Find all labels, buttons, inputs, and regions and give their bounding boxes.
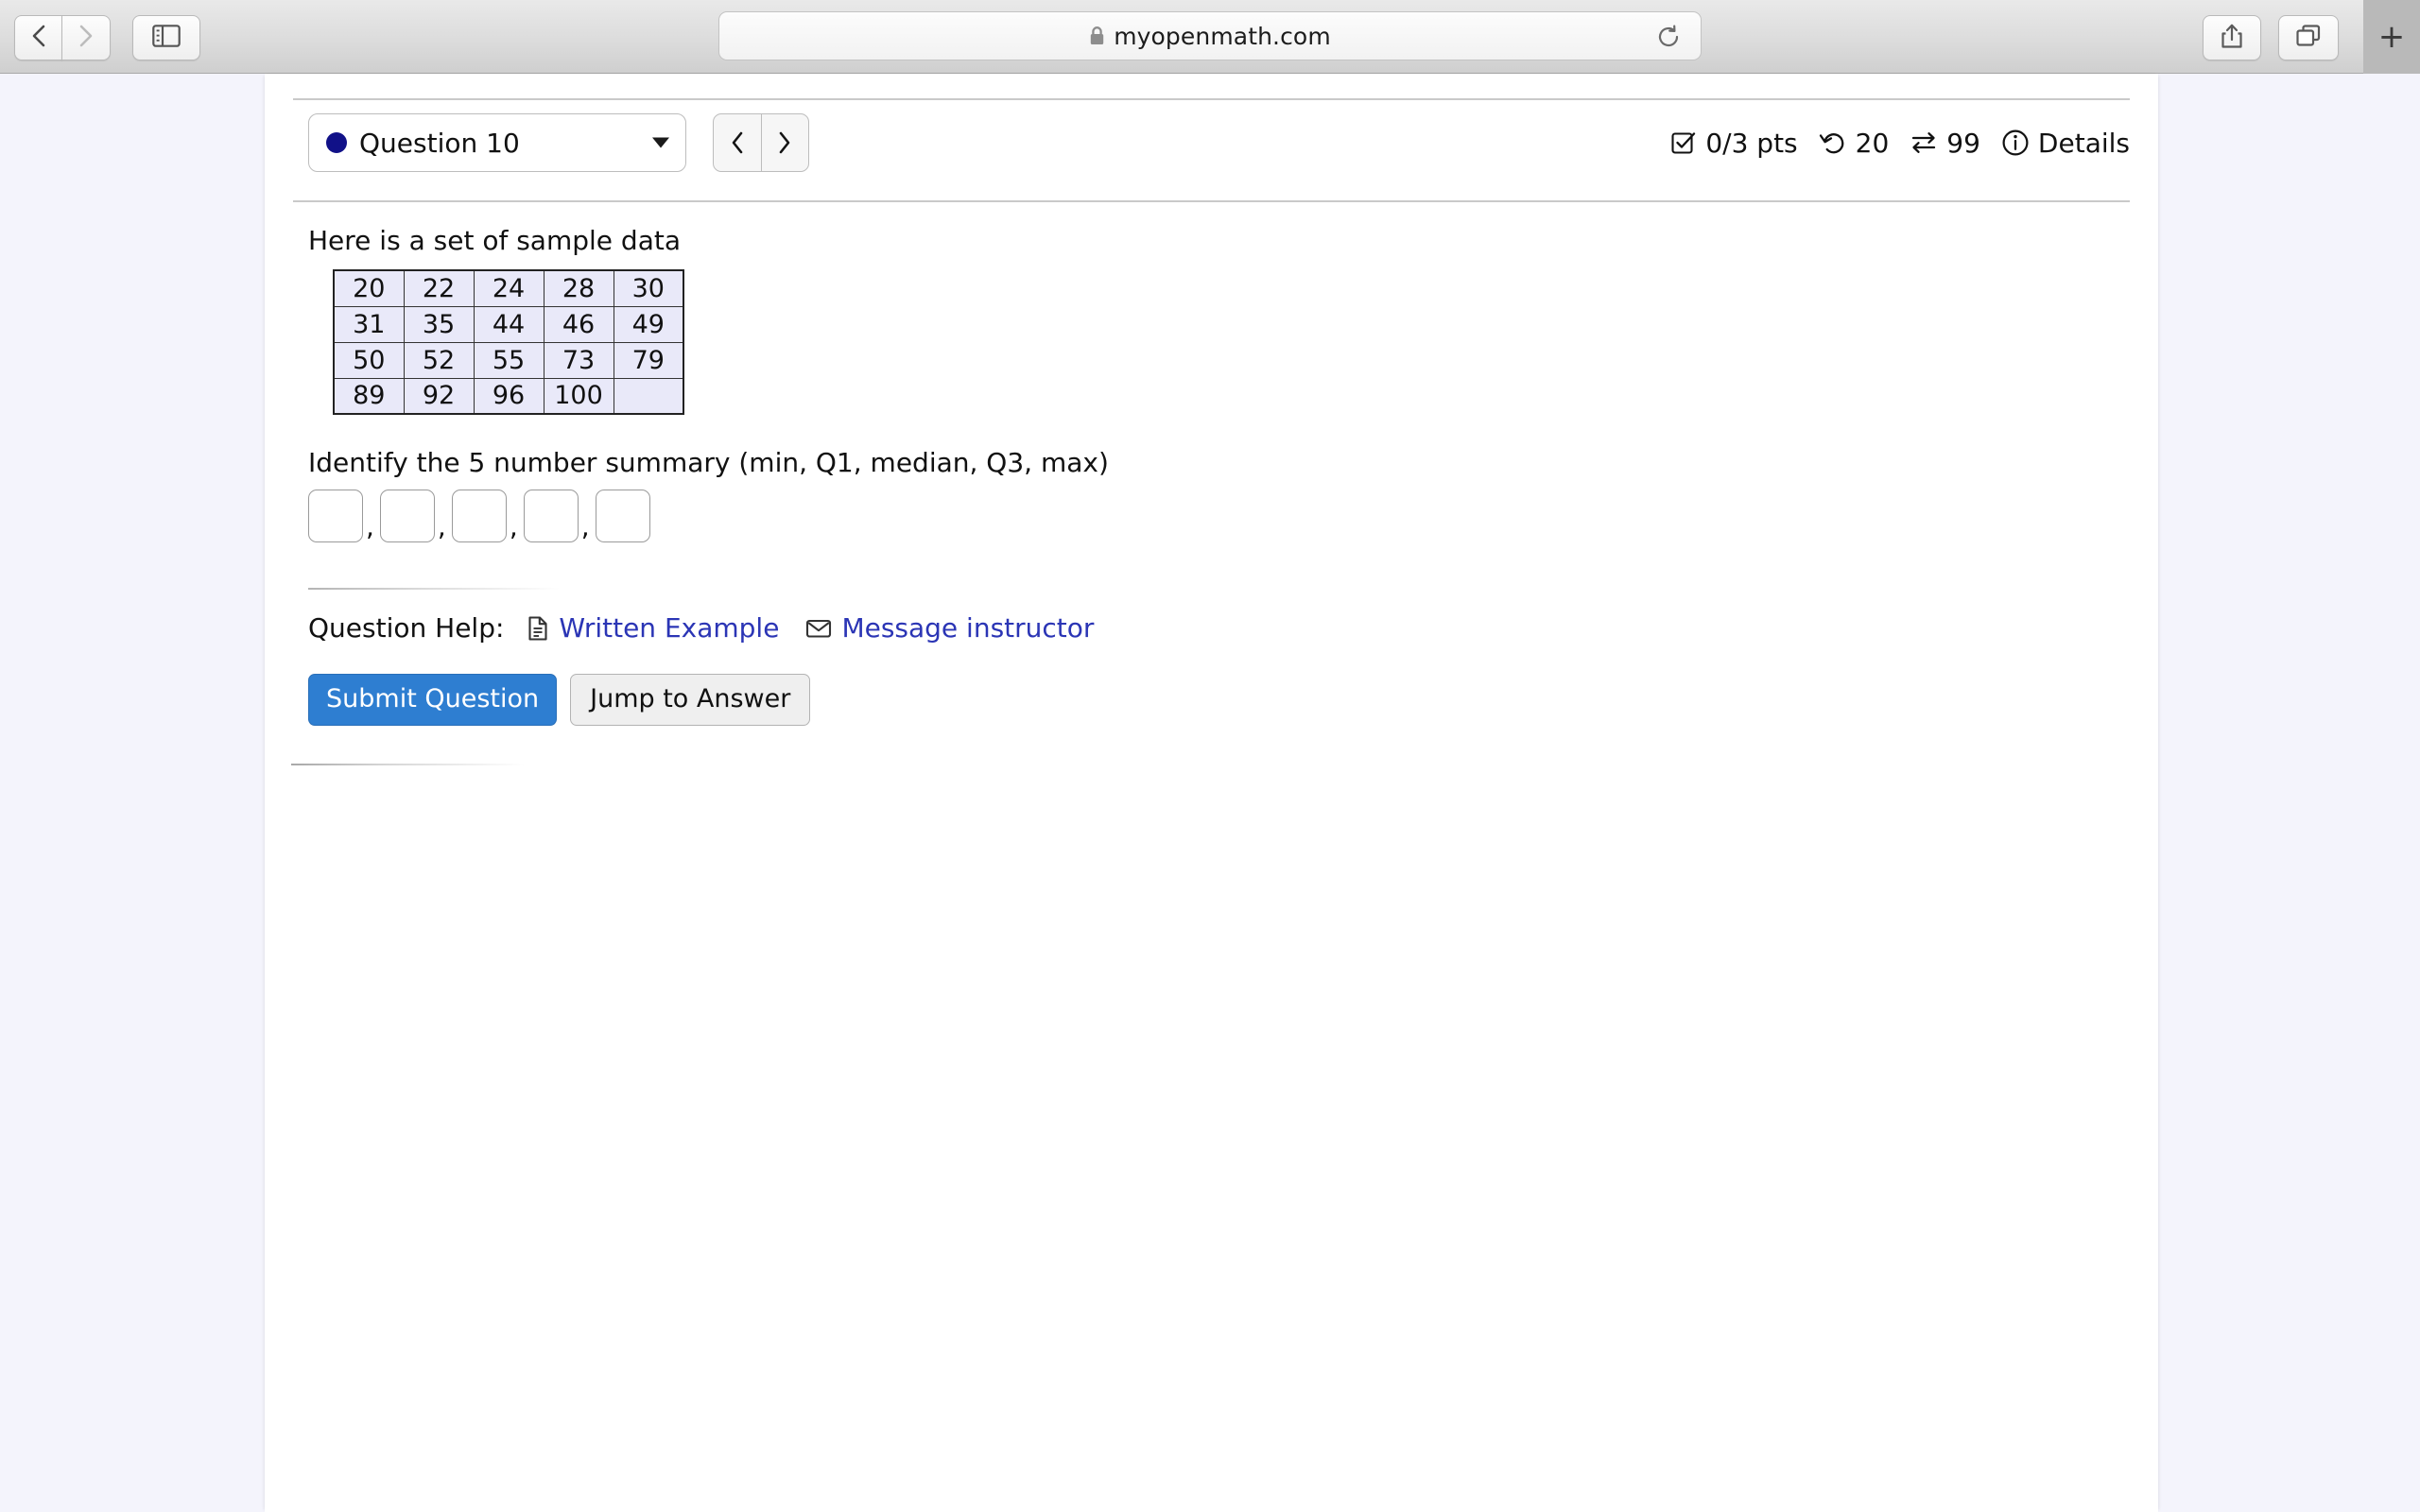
table-cell: 73 bbox=[543, 341, 614, 379]
table-cell bbox=[613, 377, 684, 415]
question-help: Question Help: Written Example Message i… bbox=[308, 612, 2104, 644]
message-instructor-link[interactable]: Message instructor bbox=[805, 612, 1094, 644]
table-row: 50 52 55 73 79 bbox=[333, 341, 684, 379]
question-prompt: Here is a set of sample data bbox=[308, 225, 681, 256]
answer-separator: , bbox=[580, 511, 590, 542]
answer-inputs: ,,,, bbox=[308, 490, 2104, 542]
question-status-dot bbox=[326, 132, 347, 153]
question-instruction: Identify the 5 number summary (min, Q1, … bbox=[308, 447, 1109, 478]
address-bar-url: myopenmath.com bbox=[1114, 22, 1331, 50]
answer-input-1[interactable] bbox=[308, 490, 363, 542]
chevron-right-icon bbox=[77, 24, 95, 52]
lock-icon bbox=[1089, 26, 1105, 46]
help-divider bbox=[308, 588, 2104, 590]
table-cell: 89 bbox=[333, 377, 405, 415]
table-cell: 22 bbox=[403, 269, 475, 307]
jump-to-answer-button[interactable]: Jump to Answer bbox=[570, 674, 811, 726]
table-cell: 31 bbox=[333, 305, 405, 343]
undo-icon bbox=[1819, 129, 1847, 156]
question-header: Question 10 0/3 pts 20 99 Details bbox=[293, 98, 2130, 202]
table-cell: 35 bbox=[403, 305, 475, 343]
table-row: 31 35 44 46 49 bbox=[333, 305, 684, 343]
attempts-value: 20 bbox=[1855, 127, 1890, 159]
attempts-stat: 20 bbox=[1819, 127, 1890, 159]
header-rule-top bbox=[293, 98, 2130, 100]
table-cell: 28 bbox=[543, 269, 614, 307]
table-cell: 92 bbox=[403, 377, 475, 415]
question-navigation bbox=[713, 113, 809, 172]
points-value: 0/3 pts bbox=[1705, 127, 1798, 159]
question-body: Here is a set of sample data 20 22 24 28 30 3… bbox=[291, 225, 2104, 765]
answer-separator: , bbox=[437, 511, 446, 542]
tab-overview-icon bbox=[2295, 24, 2322, 52]
table-cell: 96 bbox=[473, 377, 544, 415]
message-instructor-label: Message instructor bbox=[841, 612, 1095, 644]
action-buttons: Submit Question Jump to Answer bbox=[308, 674, 2104, 726]
chevron-right-icon bbox=[776, 129, 793, 156]
details-button[interactable]: Details bbox=[2001, 128, 2130, 159]
table-cell: 79 bbox=[613, 341, 684, 379]
plus-icon: + bbox=[2377, 18, 2406, 56]
answer-separator: , bbox=[366, 511, 374, 542]
versions-stat: 99 bbox=[1910, 128, 1980, 159]
sample-data-table: 20 22 24 28 30 31 35 44 46 49 50 52 55 73 79 89 92 96 100 bbox=[333, 269, 684, 415]
sidebar-toggle-icon bbox=[152, 25, 181, 51]
share-icon bbox=[2220, 23, 2244, 53]
envelope-icon bbox=[805, 617, 832, 640]
answer-input-2[interactable] bbox=[379, 490, 435, 542]
previous-question-button[interactable] bbox=[714, 114, 761, 171]
browser-back-button[interactable] bbox=[14, 15, 62, 60]
points-stat: 0/3 pts bbox=[1670, 127, 1798, 159]
answer-input-3[interactable] bbox=[451, 490, 507, 542]
table-cell: 46 bbox=[543, 305, 614, 343]
document-icon bbox=[527, 615, 549, 642]
swap-icon bbox=[1910, 129, 1938, 156]
sample-data-table-body: 20 22 24 28 30 31 35 44 46 49 50 52 55 73 79 89 92 96 100 bbox=[333, 269, 684, 415]
next-question-button[interactable] bbox=[761, 114, 808, 171]
table-cell: 55 bbox=[473, 341, 544, 379]
assessment-content: Question 10 0/3 pts 20 99 Details Here i… bbox=[265, 74, 2158, 1512]
question-stats: 0/3 pts 20 99 Details bbox=[1650, 117, 2130, 168]
table-cell: 30 bbox=[613, 269, 684, 307]
reload-icon[interactable] bbox=[1655, 24, 1682, 54]
table-cell: 49 bbox=[613, 305, 684, 343]
versions-value: 99 bbox=[1946, 127, 1980, 159]
submit-question-button[interactable]: Submit Question bbox=[308, 674, 558, 726]
question-selector[interactable]: Question 10 bbox=[308, 113, 686, 172]
browser-toolbar: myopenmath.com + bbox=[0, 0, 2420, 74]
table-cell: 100 bbox=[543, 377, 614, 415]
table-cell: 24 bbox=[473, 269, 544, 307]
question-selector-label: Question 10 bbox=[359, 127, 520, 159]
table-cell: 50 bbox=[333, 341, 405, 379]
share-button[interactable] bbox=[2203, 15, 2261, 60]
sidebar-toggle-button[interactable] bbox=[132, 15, 200, 60]
chevron-left-icon bbox=[29, 24, 48, 52]
address-bar[interactable]: myopenmath.com bbox=[718, 11, 1702, 60]
table-row: 20 22 24 28 30 bbox=[333, 269, 684, 307]
browser-forward-button[interactable] bbox=[61, 15, 111, 60]
checkbox-icon bbox=[1670, 129, 1697, 156]
table-cell: 20 bbox=[333, 269, 405, 307]
header-rule-bottom bbox=[293, 200, 2130, 202]
chevron-down-icon bbox=[652, 137, 669, 148]
answer-input-4[interactable] bbox=[523, 490, 579, 542]
details-label: Details bbox=[2037, 127, 2130, 159]
table-cell: 52 bbox=[403, 341, 475, 379]
written-example-label: Written Example bbox=[559, 612, 780, 644]
table-row: 89 92 96 100 bbox=[333, 377, 684, 415]
written-example-link[interactable]: Written Example bbox=[527, 612, 779, 644]
table-cell: 44 bbox=[473, 305, 544, 343]
answer-input-5[interactable] bbox=[595, 490, 650, 542]
answer-separator: , bbox=[509, 511, 518, 542]
question-help-label: Question Help: bbox=[308, 612, 505, 644]
new-tab-button[interactable]: + bbox=[2363, 0, 2420, 74]
tab-overview-button[interactable] bbox=[2278, 15, 2339, 60]
info-icon bbox=[2001, 129, 2030, 157]
bottom-divider bbox=[291, 764, 2087, 765]
chevron-left-icon bbox=[729, 129, 746, 156]
